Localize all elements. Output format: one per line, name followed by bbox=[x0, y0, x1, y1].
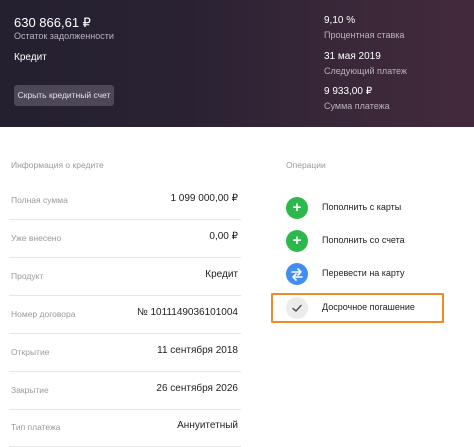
info-row-total-amount: Полная сумма 1 099 000,00 ₽ bbox=[9, 182, 241, 220]
operation-label: Перевести на карту bbox=[322, 268, 405, 278]
next-payment-label: Следующий платеж bbox=[324, 66, 407, 76]
info-row-value: 26 сентября 2026 bbox=[156, 383, 238, 394]
info-row-product: Продукт Кредит bbox=[9, 258, 241, 296]
hide-credit-account-button[interactable]: Скрыть кредитный счет bbox=[14, 85, 114, 106]
operation-topup-from-card[interactable]: + Пополнить с карты bbox=[286, 197, 446, 221]
next-payment-date: 31 мая 2019 bbox=[324, 51, 381, 62]
operations-title: Операции bbox=[286, 160, 326, 170]
info-row-value: 0,00 ₽ bbox=[209, 231, 238, 242]
balance-amount: 630 866,61 ₽ bbox=[14, 15, 91, 30]
info-row-label: Номер договора bbox=[11, 309, 76, 319]
transfer-icon bbox=[286, 263, 308, 285]
operation-label: Пополнить с карты bbox=[322, 202, 402, 212]
info-row-value: № 1011149036101004 bbox=[136, 307, 238, 318]
balance-label: Остаток задолженности bbox=[14, 31, 114, 41]
operation-topup-from-account[interactable]: + Пополнить со счета bbox=[286, 230, 446, 254]
plus-icon: + bbox=[286, 230, 308, 252]
info-row-label: Продукт bbox=[11, 271, 44, 281]
info-row-value: 1 099 000,00 ₽ bbox=[170, 193, 238, 204]
info-row-label: Полная сумма bbox=[11, 195, 68, 205]
operation-transfer-to-card[interactable]: Перевести на карту bbox=[286, 263, 446, 287]
info-row-label: Закрытие bbox=[11, 385, 49, 395]
info-row-closing-date: Закрытие 26 сентября 2026 bbox=[9, 372, 241, 410]
info-row-label: Уже внесено bbox=[11, 233, 62, 243]
info-row-contract-number: Номер договора № 1011149036101004 bbox=[9, 296, 241, 334]
plus-icon: + bbox=[286, 197, 308, 219]
operation-label: Пополнить со счета bbox=[322, 235, 405, 245]
early-repayment-highlight bbox=[271, 293, 444, 323]
payment-amount: 9 933,00 ₽ bbox=[324, 86, 373, 97]
info-row-label: Тип платежа bbox=[11, 422, 61, 432]
product-name: Кредит bbox=[14, 52, 47, 63]
info-row-opening-date: Открытие 11 сентября 2018 bbox=[9, 334, 241, 372]
info-row-label: Открытие bbox=[11, 347, 50, 357]
info-row-value: 11 сентября 2018 bbox=[157, 345, 238, 356]
info-row-value: Кредит bbox=[205, 269, 238, 280]
interest-rate-label: Процентная ставка bbox=[324, 30, 405, 40]
info-row-value: Аннуитетный bbox=[177, 420, 238, 431]
loan-info-title: Информация о кредите bbox=[11, 160, 104, 170]
info-row-paid: Уже внесено 0,00 ₽ bbox=[9, 220, 241, 258]
info-row-payment-type: Тип платежа Аннуитетный bbox=[9, 409, 241, 447]
interest-rate: 9,10 % bbox=[324, 15, 356, 26]
payment-amount-label: Сумма платежа bbox=[324, 101, 390, 111]
loan-header: 630 866,61 ₽ Остаток задолженности Креди… bbox=[0, 0, 474, 127]
